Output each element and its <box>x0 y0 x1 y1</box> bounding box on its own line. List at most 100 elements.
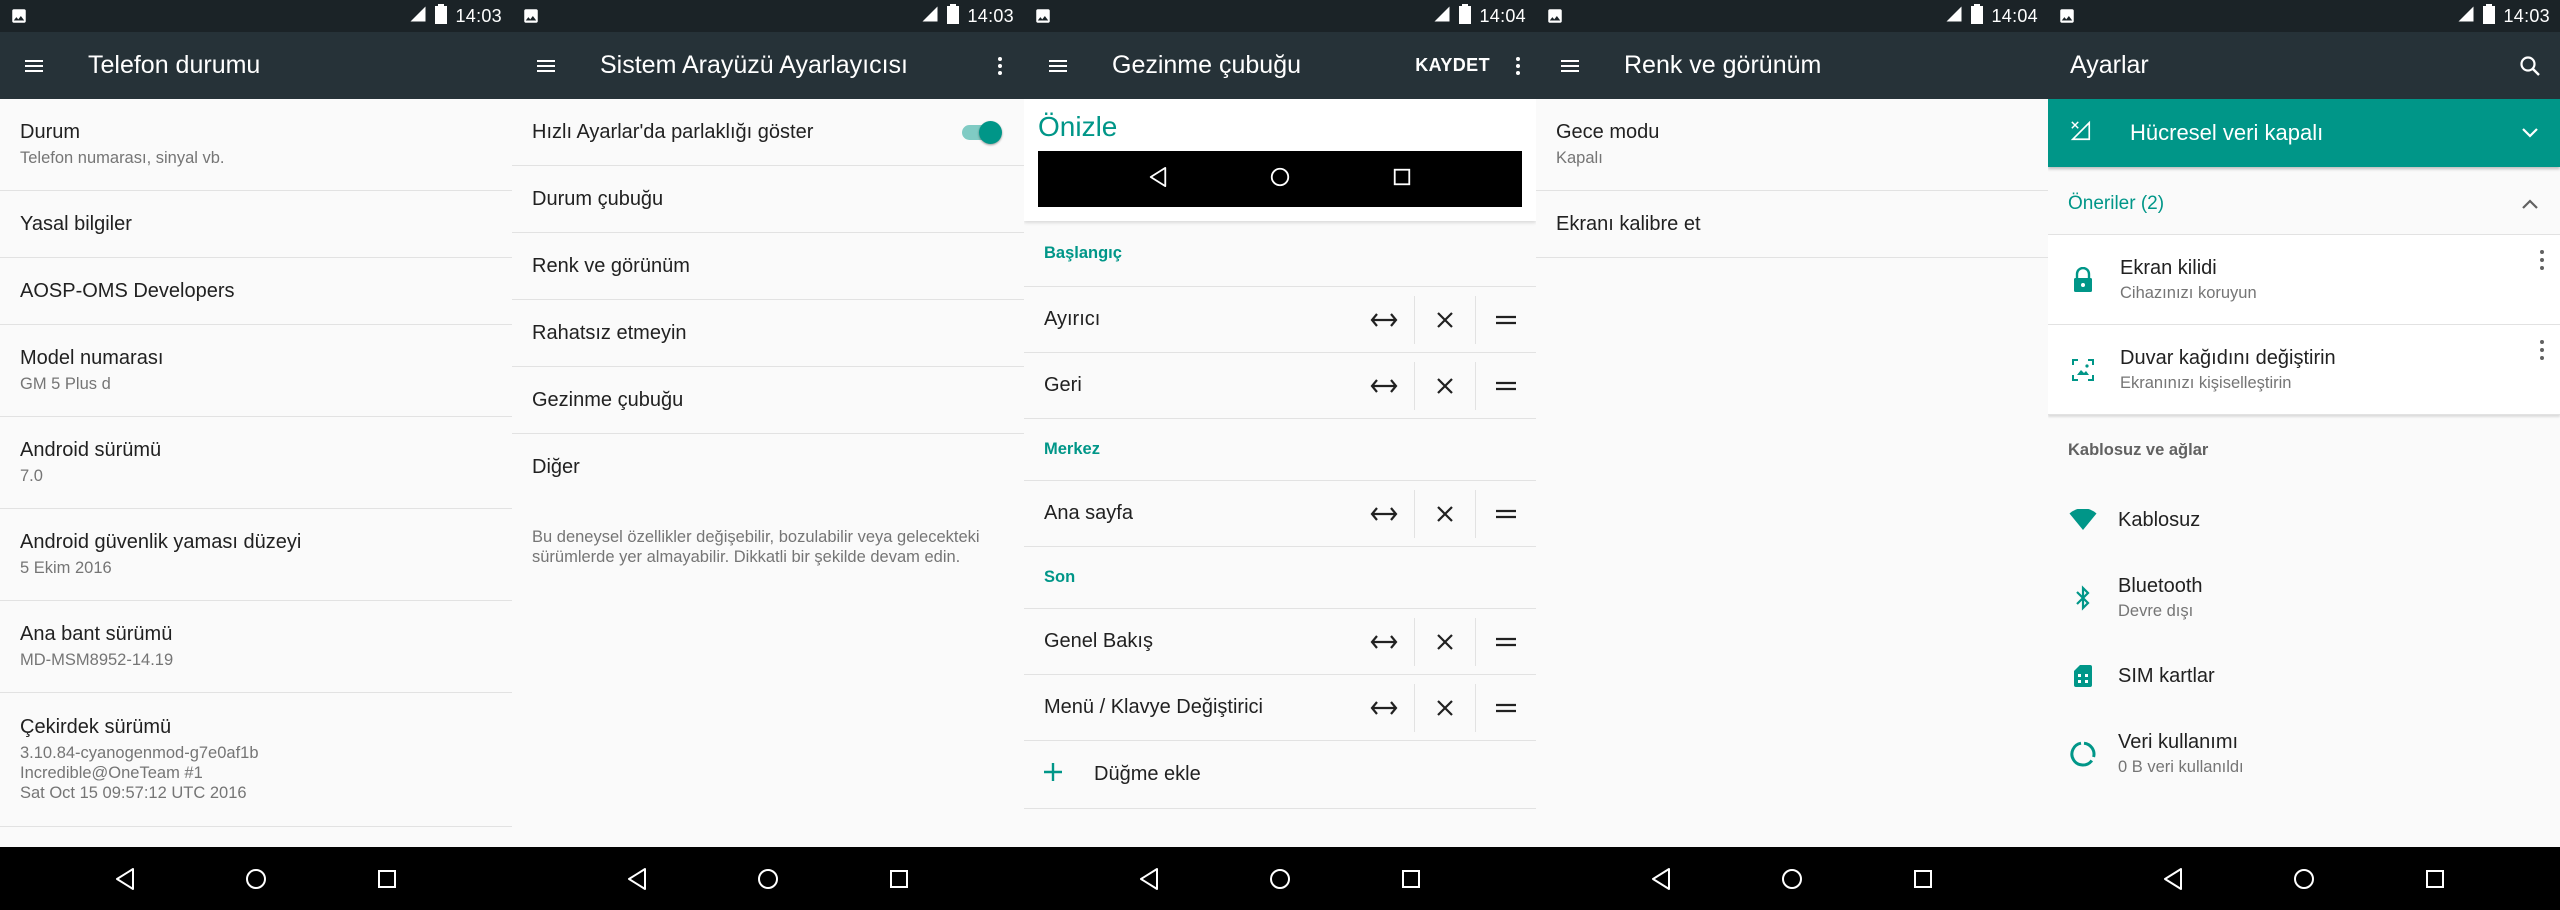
image-notification-icon <box>1034 7 1052 25</box>
signal-icon <box>2457 5 2475 28</box>
list-item-night-mode[interactable]: Gece modu Kapalı <box>1536 99 2048 191</box>
more-vert-icon[interactable] <box>2538 339 2546 366</box>
list-item-model[interactable]: Model numarası GM 5 Plus d <box>0 325 512 417</box>
recents-icon[interactable] <box>1898 854 1948 904</box>
more-vert-icon[interactable] <box>1500 32 1536 99</box>
nav-item-row[interactable]: Ayırıcı <box>1024 287 1536 353</box>
list-item-navigation-bar[interactable]: Gezinme çubuğu <box>512 367 1024 434</box>
home-icon[interactable] <box>1767 854 1817 904</box>
list-item-brightness-qs[interactable]: Hızlı Ayarlar'da parlaklığı göster <box>512 99 1024 166</box>
save-button[interactable]: KAYDET <box>1405 55 1500 76</box>
drag-handle-icon[interactable] <box>1475 683 1536 732</box>
back-icon[interactable] <box>612 854 662 904</box>
recents-icon[interactable] <box>362 854 412 904</box>
list-item-baseband[interactable]: Ana bant sürümü MD-MSM8952-14.19 <box>0 601 512 693</box>
chevron-down-icon[interactable] <box>2500 127 2560 139</box>
nav-item-row[interactable]: Menü / Klavye Değiştirici <box>1024 675 1536 741</box>
clock: 14:04 <box>1479 5 1526 26</box>
list-item-legal[interactable]: Yasal bilgiler <box>0 191 512 258</box>
close-icon[interactable] <box>1414 683 1475 732</box>
nav-item-row[interactable]: Genel Bakış <box>1024 609 1536 675</box>
color-list: Gece modu Kapalı Ekranı kalibre et <box>1536 99 2048 847</box>
setting-sim-cards[interactable]: SIM kartlar <box>2048 637 2560 715</box>
width-arrows-icon[interactable] <box>1353 684 1414 732</box>
signal-icon <box>1433 5 1451 28</box>
toolbar: Renk ve görünüm <box>1536 32 2048 99</box>
screen-settings: 14:03 Ayarlar Hücresel veri kapalı Öneri… <box>2048 0 2560 910</box>
back-icon[interactable] <box>1124 854 1174 904</box>
add-button-row[interactable]: Düğme ekle <box>1024 741 1536 809</box>
width-arrows-icon[interactable] <box>1353 362 1414 410</box>
recents-icon[interactable] <box>874 854 924 904</box>
settings-list: Durum Telefon numarası, sinyal vb. Yasal… <box>0 99 512 847</box>
brightness-toggle[interactable] <box>958 121 1002 144</box>
item-title: Android güvenlik yaması düzeyi <box>20 531 302 553</box>
drag-handle-icon[interactable] <box>1475 489 1536 538</box>
list-item-other[interactable]: Diğer <box>512 434 1024 501</box>
list-item-security-patch[interactable]: Android güvenlik yaması düzeyi 5 Ekim 20… <box>0 509 512 601</box>
toolbar: Ayarlar <box>2048 32 2560 99</box>
list-item-android-version[interactable]: Android sürümü 7.0 <box>0 417 512 509</box>
back-icon[interactable] <box>2148 854 2198 904</box>
setting-data-usage[interactable]: Veri kullanımı 0 B veri kullanıldı <box>2048 715 2560 793</box>
close-icon[interactable] <box>1414 617 1475 666</box>
list-item-developers[interactable]: AOSP-OMS Developers <box>0 258 512 325</box>
menu-icon[interactable] <box>512 32 580 99</box>
item-summary: Telefon numarası, sinyal vb. <box>20 149 225 167</box>
more-vert-icon[interactable] <box>976 32 1024 99</box>
toolbar: Sistem Arayüzü Ayarlayıcısı <box>512 32 1024 99</box>
drag-handle-icon[interactable] <box>1475 617 1536 666</box>
item-title: Çekirdek sürümü <box>20 716 172 738</box>
width-arrows-icon[interactable] <box>1353 490 1414 538</box>
kernel-line: Incredible@OneTeam #1 <box>20 764 203 782</box>
list-item-color-appearance[interactable]: Renk ve görünüm <box>512 233 1024 300</box>
home-icon[interactable] <box>2279 854 2329 904</box>
recents-icon[interactable] <box>2410 854 2460 904</box>
nav-item-row[interactable]: Geri <box>1024 353 1536 419</box>
width-arrows-icon[interactable] <box>1353 618 1414 666</box>
menu-icon[interactable] <box>1536 32 1604 99</box>
close-icon[interactable] <box>1414 489 1475 538</box>
cellular-data-banner[interactable]: Hücresel veri kapalı <box>2048 99 2560 167</box>
recents-icon[interactable] <box>1386 854 1436 904</box>
suggestion-screen-lock[interactable]: Ekran kilidi Cihazınızı koruyun <box>2048 235 2560 325</box>
home-icon[interactable] <box>743 854 793 904</box>
setting-bluetooth[interactable]: Bluetooth Devre dışı <box>2048 559 2560 637</box>
clock: 14:04 <box>1991 5 2038 26</box>
home-icon[interactable] <box>231 854 281 904</box>
suggestions-header[interactable]: Öneriler (2) <box>2048 173 2560 235</box>
navigation-bar <box>2048 847 2560 910</box>
more-vert-icon[interactable] <box>2538 249 2546 276</box>
list-item-calibrate[interactable]: Ekranı kalibre et <box>1536 191 2048 258</box>
drag-handle-icon[interactable] <box>1475 361 1536 410</box>
back-icon[interactable] <box>100 854 150 904</box>
search-icon[interactable] <box>2500 32 2560 99</box>
list-item-do-not-disturb[interactable]: Rahatsız etmeyin <box>512 300 1024 367</box>
page-title: Renk ve görünüm <box>1624 51 1822 79</box>
navigation-bar <box>1024 847 1536 910</box>
toolbar: Gezinme çubuğu KAYDET <box>1024 32 1536 99</box>
close-icon[interactable] <box>1414 361 1475 410</box>
item-title: Ekranı kalibre et <box>1556 212 1701 235</box>
nav-item-label: Ayırıcı <box>1044 308 1101 330</box>
menu-icon[interactable] <box>0 32 68 99</box>
list-item-status-bar[interactable]: Durum çubuğu <box>512 166 1024 233</box>
width-arrows-icon[interactable] <box>1353 296 1414 344</box>
navigation-bar <box>512 847 1024 910</box>
section-header-start: Başlangıç <box>1024 221 1536 287</box>
clock: 14:03 <box>455 5 502 26</box>
nav-item-row[interactable]: Ana sayfa <box>1024 481 1536 547</box>
navigation-bar <box>1536 847 2048 910</box>
home-icon[interactable] <box>1255 854 1305 904</box>
wallpaper-icon <box>2048 358 2118 382</box>
setting-wifi[interactable]: Kablosuz <box>2048 481 2560 559</box>
back-icon[interactable] <box>1636 854 1686 904</box>
menu-icon[interactable] <box>1024 32 1092 99</box>
chevron-up-icon[interactable] <box>2500 198 2560 210</box>
list-item-status[interactable]: Durum Telefon numarası, sinyal vb. <box>0 99 512 191</box>
close-icon[interactable] <box>1414 295 1475 344</box>
drag-handle-icon[interactable] <box>1475 295 1536 344</box>
suggestion-wallpaper[interactable]: Duvar kağıdını değiştirin Ekranınızı kiş… <box>2048 325 2560 415</box>
list-item-kernel[interactable]: Çekirdek sürümü 3.10.84-cyanogenmod-g7e0… <box>0 693 512 827</box>
home-icon <box>1269 166 1291 193</box>
